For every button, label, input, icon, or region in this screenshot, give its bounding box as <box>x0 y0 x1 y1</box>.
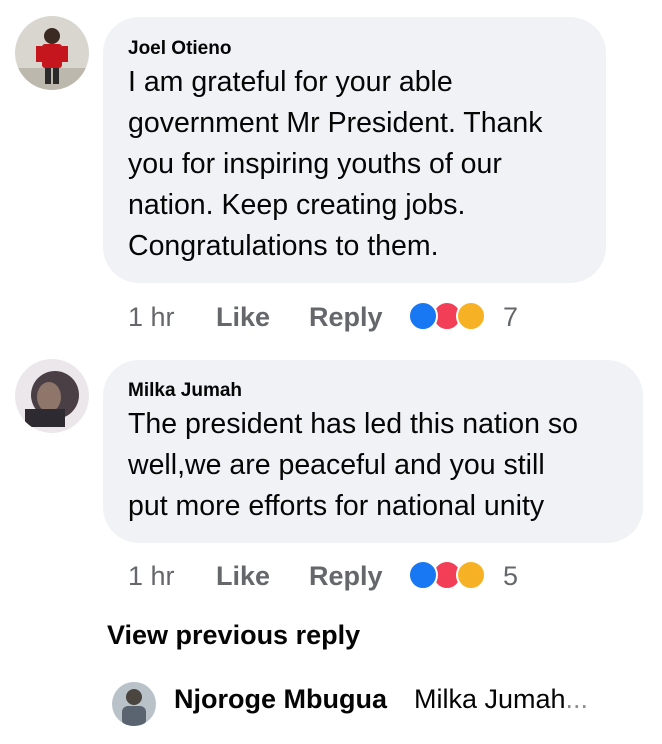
care-icon <box>456 560 486 590</box>
reply-preview-row[interactable]: Njoroge Mbugua Milka Jumah... <box>112 682 652 726</box>
comment-time[interactable]: 1 hr <box>128 297 175 337</box>
like-button[interactable]: Like <box>216 556 270 596</box>
reply-button[interactable]: Reply <box>309 556 383 596</box>
avatar[interactable] <box>112 682 156 726</box>
avatar[interactable] <box>15 16 89 90</box>
reaction-count[interactable]: 7 <box>503 297 518 337</box>
reaction-summary[interactable] <box>408 556 498 596</box>
comment-text: The president has led this nation so wel… <box>128 408 578 522</box>
reply-preview-text: Milka Jumah... <box>414 684 589 714</box>
comment-actions: 1 hr Like Reply 7 <box>128 297 548 337</box>
comment-author[interactable]: Milka Jumah <box>128 380 242 402</box>
reply-button[interactable]: Reply <box>309 297 383 337</box>
like-button[interactable]: Like <box>216 297 270 337</box>
comment-author[interactable]: Joel Otieno <box>128 38 231 60</box>
avatar[interactable] <box>15 359 89 433</box>
care-icon <box>456 301 486 331</box>
view-previous-reply-link[interactable]: View previous reply <box>107 620 360 651</box>
like-icon <box>408 560 438 590</box>
comment-actions: 1 hr Like Reply 5 <box>128 556 548 596</box>
reaction-summary[interactable] <box>408 297 498 337</box>
like-icon <box>408 301 438 331</box>
reaction-count[interactable]: 5 <box>503 556 518 596</box>
reply-author[interactable]: Njoroge Mbugua <box>174 684 387 715</box>
comment-text: I am grateful for your able government M… <box>128 66 543 262</box>
comment-time[interactable]: 1 hr <box>128 556 175 596</box>
